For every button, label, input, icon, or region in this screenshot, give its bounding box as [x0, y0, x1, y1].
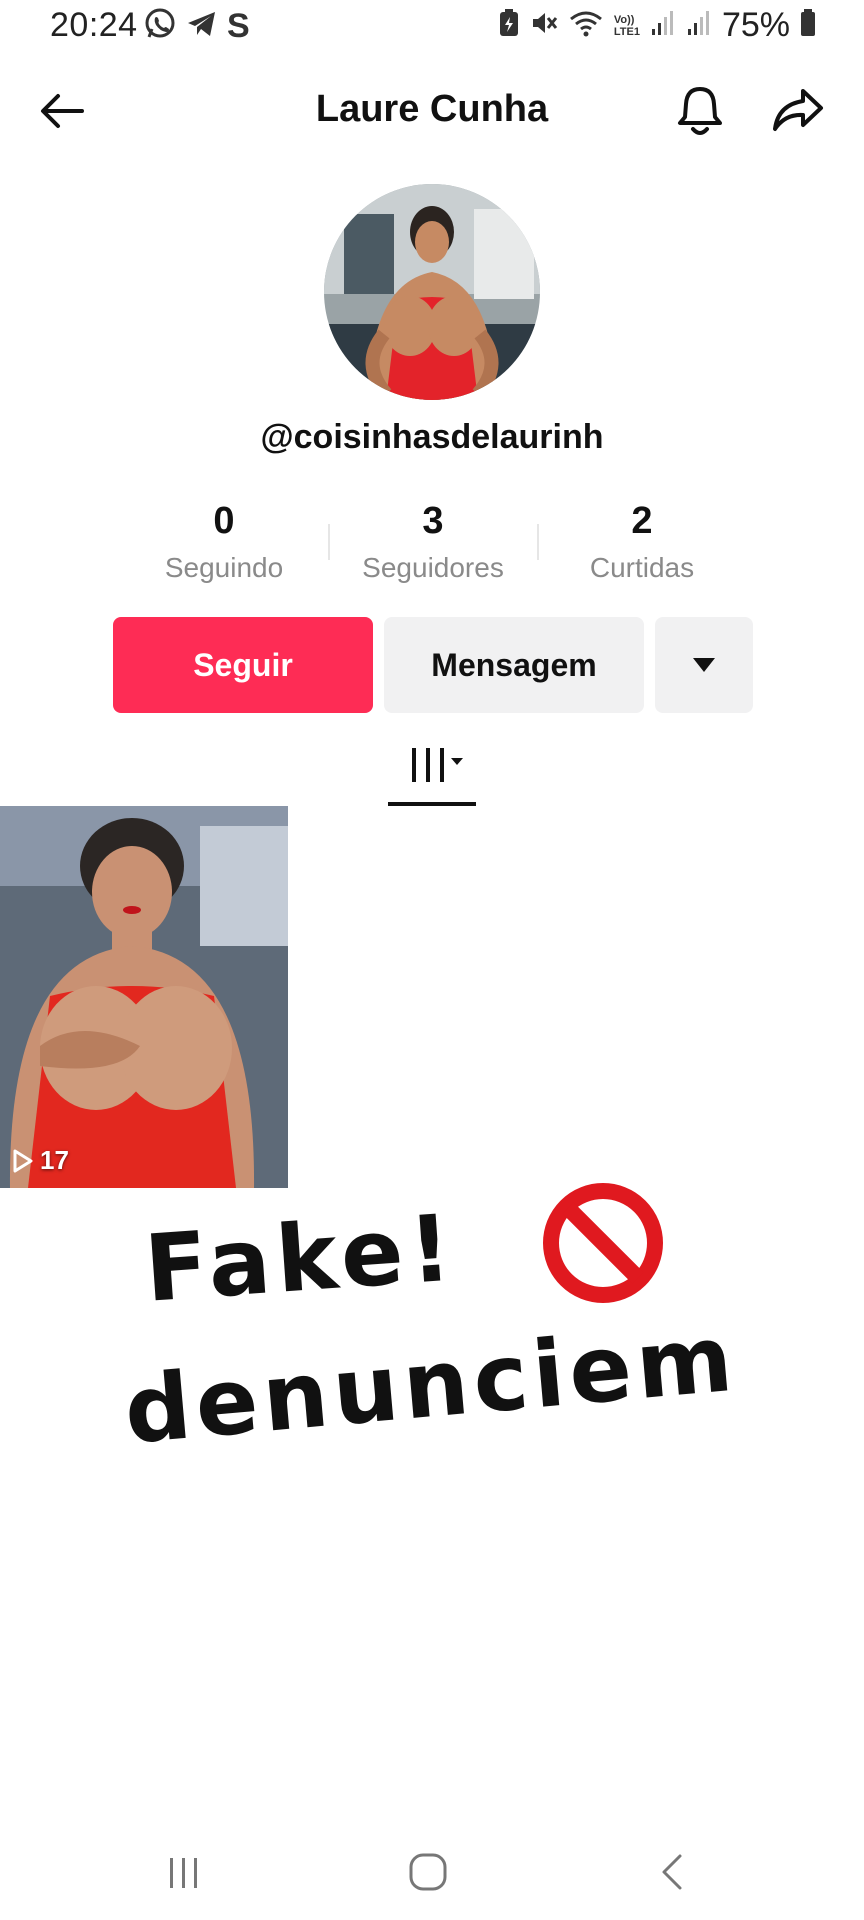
play-icon — [13, 1149, 33, 1172]
stat-likes[interactable]: 2 Curtidas — [537, 498, 747, 584]
status-time: 20:24 — [50, 6, 138, 44]
s-app-icon: S — [227, 7, 250, 45]
follow-button[interactable]: Seguir — [113, 617, 373, 713]
avatar[interactable] — [324, 184, 540, 400]
stat-followers-label: Seguidores — [362, 552, 504, 583]
status-system-icons: Vo)) LTE1 75% — [498, 6, 816, 45]
username: @coisinhasdelaurinh — [260, 418, 604, 456]
wifi-icon — [568, 8, 604, 43]
nav-back-button[interactable] — [652, 1850, 692, 1894]
stat-followers[interactable]: 3 Seguidores — [328, 498, 538, 584]
status-bar: 20:24 S Vo)) LTE1 75% — [0, 0, 864, 60]
tab-active-indicator — [388, 802, 476, 806]
prohibited-icon — [538, 1178, 668, 1308]
stat-following[interactable]: 0 Seguindo — [119, 498, 329, 584]
caret-down-icon — [693, 658, 715, 672]
volte-icon: Vo)) LTE1 — [613, 13, 640, 38]
page-title: Laure Cunha — [315, 88, 549, 130]
whatsapp-icon — [143, 7, 177, 46]
signal-icon — [686, 9, 712, 42]
battery-saver-icon — [498, 8, 520, 43]
overlay-text-report: denunciem — [120, 1304, 742, 1465]
telegram-icon — [185, 7, 219, 46]
video-grid-icon — [412, 748, 463, 782]
stat-following-label: Seguindo — [164, 552, 284, 583]
profile-header: Laure Cunha — [0, 60, 864, 160]
nav-home-button[interactable] — [406, 1850, 450, 1894]
video-view-count: 17 — [12, 1145, 69, 1176]
suggestions-dropdown-button[interactable] — [655, 617, 753, 713]
share-arrow-icon — [773, 89, 823, 131]
nav-recents-button[interactable] — [164, 1852, 204, 1892]
stat-likes-label: Curtidas — [589, 552, 695, 583]
recents-icon — [170, 1858, 197, 1888]
overlay-text-fake: Fake! — [141, 1194, 461, 1323]
mute-icon — [530, 8, 558, 43]
tab-videos[interactable] — [388, 728, 476, 806]
signal-icon — [650, 9, 676, 42]
chevron-left-icon — [662, 1854, 682, 1890]
stat-followers-count: 3 — [422, 500, 444, 542]
stat-likes-count: 2 — [631, 500, 653, 542]
status-app-icons: S — [143, 8, 250, 44]
stat-following-count: 0 — [213, 500, 235, 542]
video-thumbnail[interactable]: 17 — [0, 806, 288, 1188]
notification-bell-button[interactable] — [672, 82, 728, 138]
battery-icon — [800, 9, 816, 42]
view-count-text: 17 — [40, 1145, 69, 1175]
share-button[interactable] — [768, 82, 828, 138]
message-button[interactable]: Mensagem — [384, 617, 644, 713]
home-icon — [409, 1853, 447, 1891]
bell-icon — [678, 87, 722, 135]
battery-percent: 75% — [721, 6, 790, 44]
